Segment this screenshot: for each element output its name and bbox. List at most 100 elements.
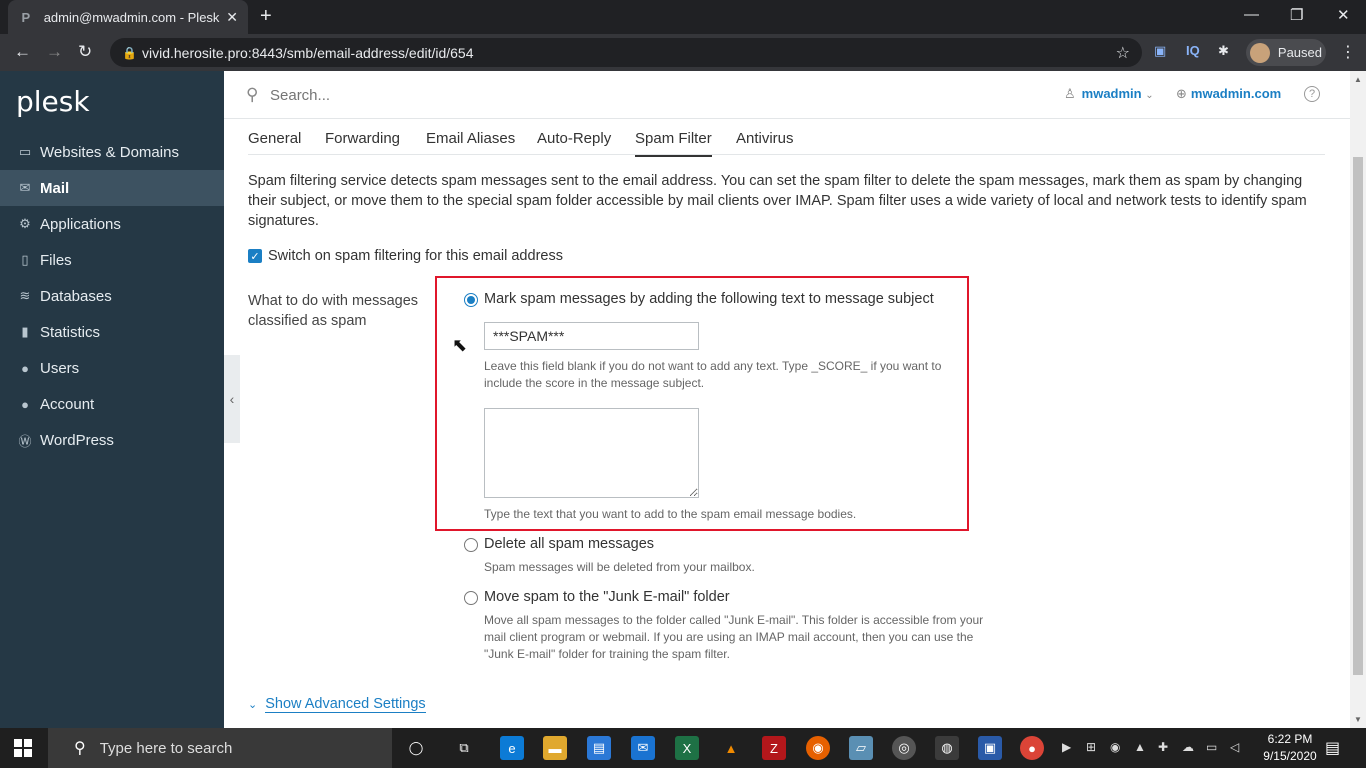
domain-link[interactable]: ⊕ mwadmin.com [1176, 86, 1281, 102]
chevron-down-icon: ⌄ [1145, 90, 1154, 101]
search-icon: ⚲ [74, 740, 86, 757]
restore-icon[interactable]: ❐ [1290, 6, 1303, 24]
spam-body-textarea[interactable] [484, 408, 699, 498]
windows-start-button[interactable] [14, 739, 32, 757]
excel-icon[interactable]: X [675, 736, 699, 760]
search-input[interactable] [270, 84, 770, 106]
tray-vlc-icon[interactable]: ▲ [1134, 740, 1146, 754]
delete-spam-label[interactable]: Delete all spam messages [484, 536, 654, 552]
spam-subject-input[interactable] [484, 322, 699, 350]
user-menu[interactable]: ♙ mwadmin ⌄ [1064, 86, 1154, 102]
spam-filter-checkbox[interactable]: ✓ [248, 249, 262, 263]
tray-app3-icon[interactable]: ☁ [1182, 740, 1194, 754]
forward-icon[interactable]: → [46, 42, 63, 62]
chrome-profile-icon[interactable]: ◍ [935, 736, 959, 760]
screencast-extension-icon[interactable]: ▣ [1154, 43, 1166, 59]
notification-icon[interactable]: ▤ [1325, 738, 1340, 758]
lock-icon: 🔒 [122, 45, 137, 60]
minimize-icon[interactable]: — [1244, 6, 1259, 23]
mailbox-tabs: General Forwarding Email Aliases Auto-Re… [248, 119, 1325, 157]
browser-toolbar: ← → ↻ 🔒 vivid.herosite.pro:8443/smb/emai… [0, 34, 1366, 71]
delete-spam-radio[interactable] [464, 538, 478, 552]
sidebar-item-label: Websites & Domains [40, 143, 179, 161]
sidebar-item-account[interactable]: ● Account [0, 386, 224, 422]
move-spam-label[interactable]: Move spam to the "Junk E-mail" folder [484, 589, 730, 605]
task-view-icon[interactable]: ⧉ [452, 736, 476, 760]
search-icon: ⚲ [246, 85, 259, 104]
sidebar-item-wordpress[interactable]: Ⓦ WordPress [0, 422, 224, 458]
sidebar-item-label: WordPress [40, 431, 114, 449]
address-bar[interactable]: 🔒 vivid.herosite.pro:8443/smb/email-addr… [110, 38, 1142, 67]
filezilla-icon[interactable]: Z [762, 736, 786, 760]
tray-app-icon[interactable]: ▶ [1062, 740, 1071, 754]
spam-filter-checkbox-label[interactable]: Switch on spam filtering for this email … [268, 248, 563, 264]
browser-tab[interactable]: P admin@mwadmin.com - Plesk O ✕ [8, 0, 248, 34]
url-text: vivid.herosite.pro:8443/smb/email-addres… [142, 44, 474, 61]
back-icon[interactable]: ← [14, 42, 31, 62]
sidebar-item-databases[interactable]: ≋ Databases [0, 278, 224, 314]
vlc-icon[interactable]: ▲ [719, 736, 743, 760]
main-content: General Forwarding Email Aliases Auto-Re… [224, 119, 1350, 728]
chevron-down-icon: ⌄ [248, 699, 258, 711]
help-icon[interactable]: ? [1304, 86, 1320, 102]
reload-icon[interactable]: ↻ [78, 42, 92, 62]
spam-subject-hint: Leave this field blank if you do not wan… [484, 359, 942, 390]
mouse-cursor-icon: ⬉ [452, 335, 468, 355]
sidebar-item-label: Mail [40, 179, 70, 197]
iq-extension-icon[interactable]: IQ [1186, 43, 1200, 58]
tab-close-icon[interactable]: ✕ [226, 9, 238, 26]
tray-chrome-icon[interactable]: ◉ [1110, 740, 1120, 754]
show-advanced-settings-link[interactable]: ⌄ Show Advanced Settings [248, 696, 426, 713]
scroll-up-icon[interactable]: ▲ [1354, 75, 1362, 84]
profile-button[interactable]: Paused [1246, 39, 1326, 66]
wordpress-icon: Ⓦ [18, 433, 32, 449]
file-explorer-icon[interactable]: ▬ [543, 736, 567, 760]
taskbar-clock[interactable]: 6:22 PM 9/15/2020 [1258, 731, 1322, 765]
mark-spam-label[interactable]: Mark spam messages by adding the followi… [484, 291, 934, 307]
page-scrollbar[interactable]: ▲ ▼ [1350, 71, 1366, 728]
mark-spam-radio[interactable] [464, 293, 478, 307]
avatar [1250, 42, 1270, 63]
tab-general[interactable]: General [248, 130, 301, 147]
store-icon[interactable]: ▤ [587, 736, 611, 760]
sidebar-item-websites-domains[interactable]: ▭ Websites & Domains [0, 134, 224, 170]
mail-icon[interactable]: ✉ [631, 736, 655, 760]
scroll-down-icon[interactable]: ▼ [1354, 715, 1362, 724]
file-icon: ▯ [21, 252, 29, 267]
new-tab-icon[interactable]: + [260, 6, 272, 26]
browser-menu-icon[interactable]: ⋮ [1340, 42, 1356, 62]
move-spam-hint: Move all spam messages to the folder cal… [484, 613, 984, 661]
notepad-icon[interactable]: ▱ [849, 736, 873, 760]
tab-forwarding[interactable]: Forwarding [325, 130, 400, 147]
sidebar-item-label: Files [40, 251, 72, 269]
sidebar-item-label: Applications [40, 215, 121, 233]
screen-recorder-icon[interactable]: ▣ [978, 736, 1002, 760]
move-spam-radio[interactable] [464, 591, 478, 605]
plesk-logo[interactable]: plesk [16, 85, 90, 118]
cortana-icon[interactable]: ◯ [404, 736, 428, 760]
chrome-icon[interactable]: ● [1020, 736, 1044, 760]
window-close-icon[interactable]: ✕ [1337, 6, 1350, 24]
volume-icon[interactable]: ◁ [1230, 740, 1239, 754]
tab-antivirus[interactable]: Antivirus [736, 130, 794, 147]
sidebar-item-statistics[interactable]: ▮ Statistics [0, 314, 224, 350]
sidebar-item-files[interactable]: ▯ Files [0, 242, 224, 278]
scroll-thumb[interactable] [1353, 157, 1363, 675]
puzzle-extensions-icon[interactable]: ✱ [1218, 43, 1229, 59]
edge-icon[interactable]: e [500, 736, 524, 760]
firefox-icon[interactable]: ◉ [806, 736, 830, 760]
envelope-icon: ✉ [19, 180, 31, 195]
delete-spam-hint: Spam messages will be deleted from your … [484, 560, 755, 574]
tray-app2-icon[interactable]: ✚ [1158, 740, 1168, 754]
taskbar-search[interactable]: ⚲ Type here to search [48, 728, 392, 768]
sidebar-item-mail[interactable]: ✉ Mail [0, 170, 224, 206]
tab-spam-filter[interactable]: Spam Filter [635, 130, 712, 157]
sidebar-item-applications[interactable]: ⚙ Applications [0, 206, 224, 242]
tab-email-aliases[interactable]: Email Aliases [426, 130, 515, 147]
tab-auto-reply[interactable]: Auto-Reply [537, 130, 611, 147]
tray-network-icon[interactable]: ⊞ [1086, 740, 1096, 754]
bookmark-star-icon[interactable]: ☆ [1116, 43, 1130, 63]
sidebar-item-users[interactable]: ● Users [0, 350, 224, 386]
wifi-icon[interactable]: ▭ [1206, 740, 1217, 754]
media-player-icon[interactable]: ◎ [892, 736, 916, 760]
